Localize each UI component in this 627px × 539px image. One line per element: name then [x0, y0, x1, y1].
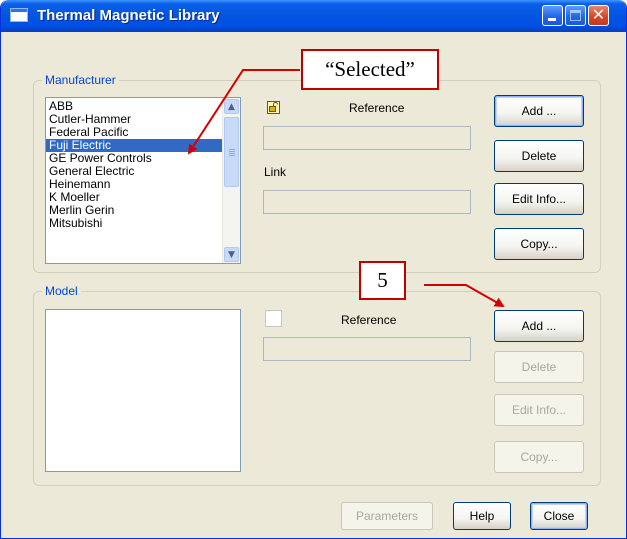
- close-button[interactable]: Close: [530, 502, 588, 530]
- model-copy-button: Copy...: [494, 441, 584, 473]
- manufacturer-reference-field[interactable]: [263, 126, 471, 150]
- close-window-button[interactable]: ✕: [588, 5, 609, 26]
- manufacturer-add-button[interactable]: Add ...: [494, 95, 584, 127]
- manufacturer-copy-button[interactable]: Copy...: [494, 228, 584, 260]
- scroll-down-icon[interactable]: ▼: [224, 247, 239, 262]
- close-icon: ✕: [591, 5, 606, 24]
- model-reference-label: Reference: [341, 313, 397, 327]
- manufacturer-delete-button[interactable]: Delete: [494, 140, 584, 172]
- model-reference-field[interactable]: [263, 337, 471, 361]
- maximize-icon: [570, 10, 581, 21]
- minimize-button[interactable]: [542, 5, 563, 26]
- window-icon: [10, 8, 28, 22]
- help-button[interactable]: Help: [453, 502, 511, 530]
- model-delete-button: Delete: [494, 351, 584, 383]
- model-group-label: Model: [42, 284, 81, 298]
- selected-callout: “Selected”: [301, 49, 439, 90]
- manufacturer-link-label: Link: [264, 165, 287, 179]
- model-list[interactable]: [45, 309, 241, 472]
- manufacturer-list-items: ABB Cutler-Hammer Federal Pacific Fuji Elec…: [46, 98, 240, 230]
- manufacturer-scrollbar[interactable]: ▲ ▼: [222, 98, 240, 263]
- manufacturer-link-field[interactable]: [263, 190, 471, 214]
- manufacturer-group-label: Manufacturer: [42, 73, 119, 87]
- model-add-button[interactable]: Add ...: [494, 310, 584, 342]
- window-title: Thermal Magnetic Library: [37, 7, 220, 24]
- model-reference-checkbox[interactable]: [265, 310, 282, 327]
- manufacturer-edit-info-button[interactable]: Edit Info...: [494, 183, 584, 215]
- title-bar[interactable]: Thermal Magnetic Library ✕: [1, 0, 626, 32]
- manufacturer-reference-label: Reference: [349, 101, 405, 115]
- manufacturer-list-item[interactable]: Mitsubishi: [46, 217, 240, 230]
- parameters-button: Parameters: [341, 502, 433, 530]
- model-edit-info-button: Edit Info...: [494, 394, 584, 426]
- scrollbar-thumb[interactable]: [224, 117, 239, 187]
- manufacturer-list[interactable]: ABB Cutler-Hammer Federal Pacific Fuji Elec…: [45, 97, 241, 264]
- lock-icon[interactable]: [267, 101, 280, 114]
- scroll-up-icon[interactable]: ▲: [224, 99, 239, 114]
- step-number-callout: 5: [359, 261, 406, 300]
- minimize-icon: [548, 18, 556, 21]
- maximize-button: [565, 5, 586, 26]
